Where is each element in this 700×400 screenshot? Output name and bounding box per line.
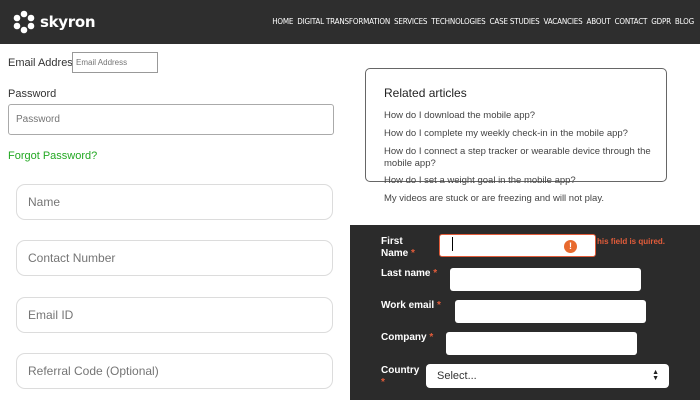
first-name-label: First Name * [381,236,415,259]
top-navigation-bar: skyron HOME DIGITAL TRANSFORMATION SERVI… [0,0,700,44]
email-address-input[interactable] [72,52,158,73]
required-marker: * [429,332,434,343]
password-label: Password [8,88,57,100]
nav-home[interactable]: HOME [270,17,295,26]
nav-vacancies[interactable]: VACANCIES [542,17,585,26]
company-label: Company * [381,332,434,343]
warning-icon: ! [564,240,577,253]
nav-blog[interactable]: BLOG [673,17,696,26]
country-select-value: Select... [437,370,477,382]
referral-code-input[interactable] [16,353,333,389]
nav-services[interactable]: SERVICES [392,17,429,26]
select-arrows-icon: ▲ ▼ [652,369,659,382]
company-input[interactable] [446,332,637,355]
password-input[interactable] [8,104,334,135]
brand-name: skyron [40,13,96,31]
required-marker: * [433,268,438,279]
text-cursor [452,237,453,251]
logo-mark-icon [13,10,35,34]
article-link[interactable]: How do I complete my weekly check-in in … [384,128,654,140]
country-label: Country * [381,365,420,388]
last-name-label: Last name * [381,268,438,279]
article-link[interactable]: My videos are stuck or are freezing and … [384,193,654,205]
main-nav: HOME DIGITAL TRANSFORMATION SERVICES TEC… [270,17,696,26]
required-marker: * [436,300,441,311]
skyron-logo[interactable]: skyron [12,10,96,34]
last-name-input[interactable] [450,268,641,291]
country-select[interactable]: Select... ▲ ▼ [426,364,669,388]
first-name-error-message: his field is quired. [597,237,666,246]
contact-number-input[interactable] [16,240,333,276]
required-marker: * [411,248,415,259]
nav-about[interactable]: ABOUT [585,17,613,26]
related-articles-title: Related articles [384,86,467,100]
work-email-label: Work email * [381,300,441,311]
name-input[interactable] [16,184,333,220]
work-email-input[interactable] [455,300,646,323]
nav-case-studies[interactable]: CASE STUDIES [488,17,542,26]
required-marker: * [381,377,385,388]
article-link[interactable]: How do I connect a step tracker or weara… [384,146,654,170]
nav-gdpr[interactable]: GDPR [649,17,673,26]
forgot-password-link[interactable]: Forgot Password? [8,150,97,162]
email-address-label: Email Address [8,57,79,69]
nav-technologies[interactable]: TECHNOLOGIES [429,17,487,26]
nav-digital-transformation[interactable]: DIGITAL TRANSFORMATION [295,17,392,26]
article-link[interactable]: How do I set a weight goal in the mobile… [384,175,654,187]
email-id-input[interactable] [16,297,333,333]
article-link[interactable]: How do I download the mobile app? [384,110,654,122]
nav-contact[interactable]: CONTACT [613,17,650,26]
